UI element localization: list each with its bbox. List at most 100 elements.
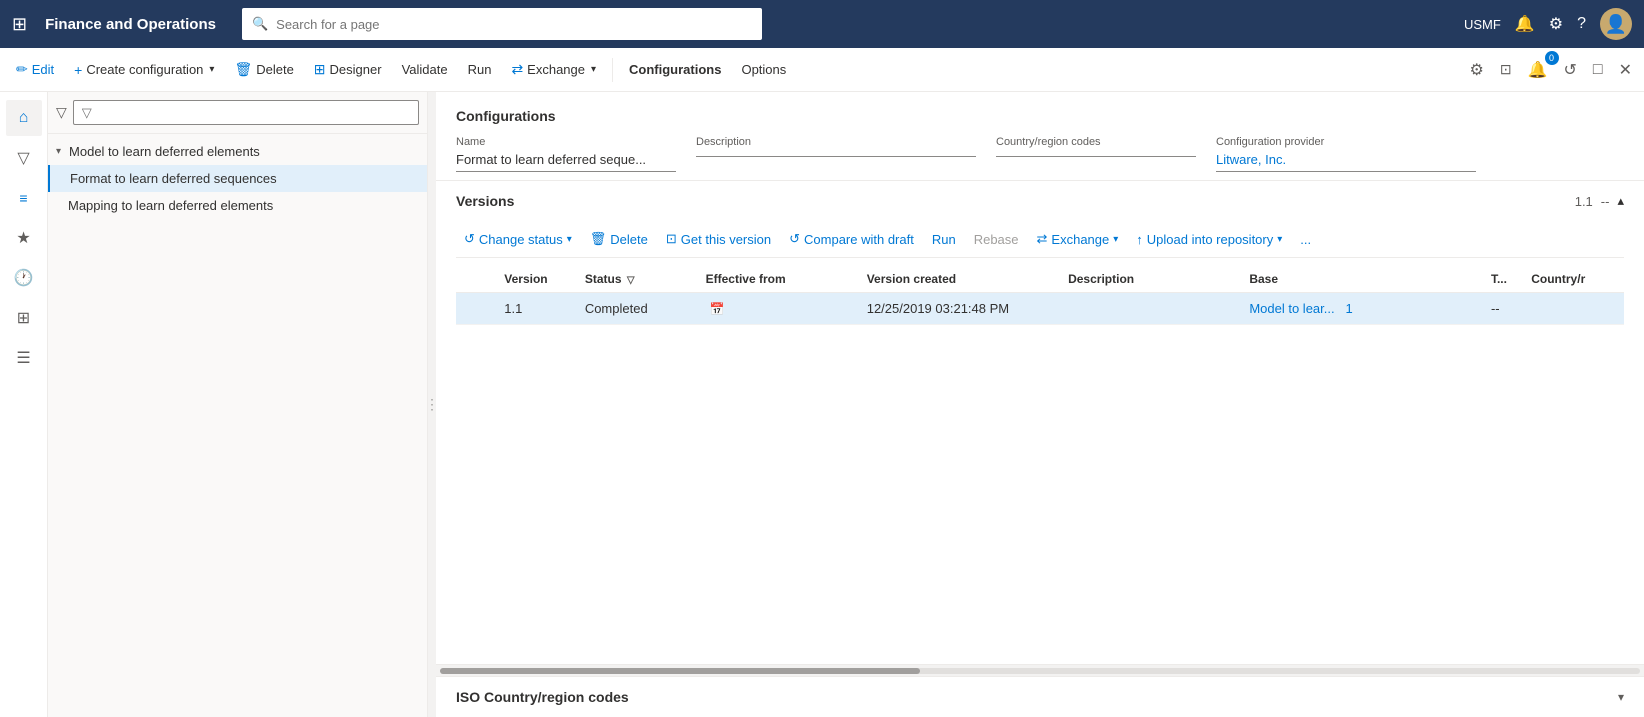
- gear-icon[interactable]: ⚙: [1549, 14, 1563, 34]
- filter-icon: ▽: [56, 104, 67, 121]
- panel-resizer[interactable]: [428, 92, 436, 717]
- sidebar-item-list[interactable]: ≡: [6, 180, 42, 216]
- iso-section[interactable]: ISO Country/region codes ▾: [436, 676, 1644, 717]
- versions-run-button[interactable]: Run: [924, 228, 964, 251]
- compare-draft-button[interactable]: ↺ Compare with draft: [781, 227, 922, 251]
- search-bar[interactable]: 🔍: [242, 8, 762, 40]
- edit-button[interactable]: ✏ Edit: [8, 56, 62, 83]
- search-input[interactable]: [276, 17, 752, 32]
- validate-button[interactable]: Validate: [394, 57, 456, 82]
- config-name-label: Name: [456, 136, 676, 148]
- config-description-label: Description: [696, 136, 976, 148]
- change-status-button[interactable]: ↺ Change status: [456, 227, 580, 251]
- bell-icon[interactable]: 🔔: [1515, 14, 1535, 34]
- table-row[interactable]: 1.1 Completed 📅 12/25/2019 03:21:48 PM M…: [456, 293, 1624, 325]
- cell-base: Model to lear... 1: [1241, 293, 1483, 325]
- versions-sep: --: [1601, 194, 1610, 209]
- toolbar-sep-1: [612, 58, 613, 82]
- app-title: Finance and Operations: [45, 16, 216, 33]
- versions-number: 1.1: [1575, 194, 1593, 209]
- versions-meta: 1.1 -- ▴: [1575, 193, 1624, 209]
- configurations-button[interactable]: Configurations: [621, 57, 729, 82]
- designer-icon: ⊞: [314, 61, 326, 78]
- tree-collapse-icon: ▾: [56, 146, 61, 157]
- table-header-row: Version Status ▽ Effective from Version …: [456, 266, 1624, 293]
- help-icon[interactable]: ?: [1577, 15, 1586, 33]
- upload-repository-button[interactable]: ↑ Upload into repository: [1128, 228, 1290, 251]
- col-header-r: [456, 266, 496, 293]
- config-name-field: Name Format to learn deferred seque...: [456, 136, 696, 172]
- sidebar-item-star[interactable]: ★: [6, 220, 42, 256]
- versions-delete-icon: 🗑: [590, 231, 607, 247]
- search-icon: 🔍: [252, 16, 268, 32]
- nav-panel: ▽ ▾ Model to learn deferred elements For…: [48, 92, 428, 717]
- tree-selected-label: Format to learn deferred sequences: [70, 171, 277, 186]
- iso-chevron-icon: ▾: [1618, 690, 1624, 704]
- rebase-button[interactable]: Rebase: [966, 228, 1027, 251]
- exchange-button[interactable]: ⇄ Exchange: [503, 56, 604, 83]
- col-header-description: Description: [1060, 266, 1241, 293]
- config-fields: Name Format to learn deferred seque... D…: [456, 136, 1624, 172]
- tree-selected-item[interactable]: Format to learn deferred sequences: [48, 165, 427, 192]
- cell-version: 1.1: [496, 293, 577, 325]
- base-num-link[interactable]: 1: [1345, 301, 1352, 316]
- cell-description: [1060, 293, 1241, 325]
- compare-icon: ↺: [789, 231, 800, 247]
- more-options-button[interactable]: ...: [1292, 228, 1319, 251]
- base-link[interactable]: Model to lear...: [1249, 301, 1334, 316]
- options-button[interactable]: Options: [733, 57, 794, 82]
- status-filter-icon[interactable]: ▽: [627, 275, 635, 286]
- avatar[interactable]: 👤: [1600, 8, 1632, 40]
- horizontal-scrollbar[interactable]: [436, 664, 1644, 676]
- config-provider-value[interactable]: Litware, Inc.: [1216, 152, 1476, 172]
- run-button[interactable]: Run: [460, 57, 500, 82]
- config-name-value: Format to learn deferred seque...: [456, 152, 676, 172]
- tree-root-item[interactable]: ▾ Model to learn deferred elements: [48, 138, 427, 165]
- config-provider-field: Configuration provider Litware, Inc.: [1216, 136, 1496, 172]
- config-description-field: Description: [696, 136, 996, 172]
- versions-toolbar: ↺ Change status 🗑 Delete ⊡ Get this vers…: [456, 221, 1624, 258]
- settings-cog-icon[interactable]: ⚙: [1466, 56, 1488, 84]
- refresh-icon[interactable]: ↺: [1560, 56, 1581, 84]
- get-version-button[interactable]: ⊡ Get this version: [658, 227, 779, 251]
- col-header-t: T...: [1483, 266, 1523, 293]
- sidebar-item-table[interactable]: ⊞: [6, 300, 42, 336]
- office-icon[interactable]: ⊡: [1496, 57, 1516, 82]
- calendar-icon[interactable]: 📅: [710, 302, 725, 316]
- cell-status: Completed: [577, 293, 698, 325]
- config-section-title: Configurations: [456, 108, 1624, 124]
- app-grid-icon[interactable]: ⊞: [12, 14, 27, 35]
- versions-delete-button[interactable]: 🗑 Delete: [582, 227, 656, 251]
- sidebar-item-menu[interactable]: ☰: [6, 340, 42, 376]
- notification-badge: 0: [1545, 51, 1559, 65]
- tree-child-item[interactable]: Mapping to learn deferred elements: [48, 192, 427, 219]
- main-layout: ⌂ ▽ ≡ ★ 🕐 ⊞ ☰ ▽ ▾ Model to learn deferre…: [0, 92, 1644, 717]
- content-area: Configurations Name Format to learn defe…: [436, 92, 1644, 717]
- close-icon[interactable]: ✕: [1615, 56, 1636, 84]
- col-header-country: Country/r: [1523, 266, 1624, 293]
- exchange-icon: ⇄: [511, 61, 523, 78]
- versions-exchange-icon: ⇄: [1037, 231, 1048, 247]
- filter-input[interactable]: [73, 100, 419, 125]
- config-provider-label: Configuration provider: [1216, 136, 1476, 148]
- versions-table: Version Status ▽ Effective from Version …: [456, 266, 1624, 325]
- designer-button[interactable]: ⊞ Designer: [306, 56, 390, 83]
- sidebar-item-clock[interactable]: 🕐: [6, 260, 42, 296]
- create-config-button[interactable]: + Create configuration: [66, 57, 222, 83]
- sidebar-item-home[interactable]: ⌂: [6, 100, 42, 136]
- cell-t: --: [1483, 293, 1523, 325]
- maximize-icon[interactable]: □: [1589, 57, 1607, 83]
- user-label: USMF: [1464, 17, 1501, 32]
- sidebar-item-filter[interactable]: ▽: [6, 140, 42, 176]
- scroll-track: [440, 668, 1640, 674]
- versions-exchange-button[interactable]: ⇄ Exchange: [1029, 227, 1127, 251]
- versions-collapse-icon[interactable]: ▴: [1617, 193, 1624, 209]
- configurations-header: Configurations Name Format to learn defe…: [436, 92, 1644, 181]
- versions-section: Versions 1.1 -- ▴ ↺ Change status 🗑 Dele…: [436, 181, 1644, 664]
- sidebar-icons: ⌂ ▽ ≡ ★ 🕐 ⊞ ☰: [0, 92, 48, 717]
- scroll-thumb: [440, 668, 920, 674]
- iso-title: ISO Country/region codes: [456, 689, 1618, 705]
- delete-button[interactable]: 🗑 Delete: [226, 56, 301, 83]
- trash-icon: 🗑: [234, 61, 252, 78]
- col-header-version: Version: [496, 266, 577, 293]
